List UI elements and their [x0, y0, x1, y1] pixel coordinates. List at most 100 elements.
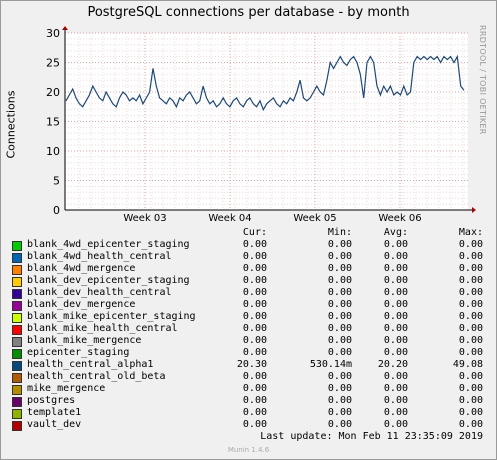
- legend-avg: 0.00: [383, 383, 408, 394]
- legend-max: 0.00: [458, 323, 483, 334]
- legend-max: 0.00: [458, 287, 483, 298]
- legend-max: 0.00: [458, 263, 483, 274]
- legend-swatch: [12, 301, 22, 311]
- legend-cur: 20.30: [236, 359, 267, 370]
- legend-min: 0.00: [327, 335, 352, 346]
- legend-name: blank_4wd_health_central: [27, 251, 172, 262]
- legend-name: blank_dev_mergence: [27, 299, 136, 310]
- legend-avg: 0.00: [383, 311, 408, 322]
- legend-row: blank_mike_health_central 0.00 0.00 0.00 0.0…: [12, 323, 492, 335]
- x-tick-label: Week 06: [378, 213, 421, 224]
- legend-max: 0.00: [458, 395, 483, 406]
- legend-swatch: [12, 325, 22, 335]
- legend-row: postgres 0.00 0.00 0.00 0.00: [12, 395, 492, 407]
- legend-avg: 0.00: [383, 263, 408, 274]
- y-axis-arrow: [62, 26, 68, 30]
- legend: Cur: Min: Avg: Max: blank_4wd_epicenter_…: [12, 227, 492, 431]
- legend-row: blank_4wd_epicenter_staging 0.00 0.00 0.00 0…: [12, 239, 492, 251]
- legend-name: blank_mike_health_central: [27, 323, 178, 334]
- legend-min: 0.00: [327, 395, 352, 406]
- legend-min: 0.00: [327, 311, 352, 322]
- last-update: Last update: Mon Feb 11 23:35:09 2019: [260, 431, 483, 442]
- legend-swatch: [12, 313, 22, 323]
- legend-avg: 0.00: [383, 275, 408, 286]
- legend-max: 0.00: [458, 251, 483, 262]
- legend-swatch: [12, 409, 22, 419]
- legend-name: blank_4wd_epicenter_staging: [27, 239, 190, 250]
- y-tick-label: 25: [46, 57, 60, 70]
- legend-avg: 0.00: [383, 299, 408, 310]
- legend-row: vault_dev 0.00 0.00 0.00 0.00: [12, 419, 492, 431]
- header-max: Max:: [458, 227, 483, 238]
- x-axis-arrow: [472, 207, 476, 213]
- legend-row: blank_dev_mergence 0.00 0.00 0.00 0.00: [12, 299, 492, 311]
- legend-cur: 0.00: [242, 275, 267, 286]
- y-tick-label: 15: [46, 116, 60, 129]
- legend-row: blank_dev_health_central 0.00 0.00 0.00 0.00: [12, 287, 492, 299]
- legend-avg: 0.00: [383, 287, 408, 298]
- legend-cur: 0.00: [242, 323, 267, 334]
- legend-row: health_central_old_beta 0.00 0.00 0.00 0.00: [12, 371, 492, 383]
- x-ticks: Week 03 Week 04 Week 05 Week 06: [123, 213, 421, 224]
- legend-name: blank_mike_epicenter_staging: [27, 311, 196, 322]
- x-tick-label: Week 04: [208, 213, 251, 224]
- legend-row: epicenter_staging 0.00 0.00 0.00 0.00: [12, 347, 492, 359]
- legend-row: blank_dev_epicenter_staging 0.00 0.00 0.00 0…: [12, 275, 492, 287]
- legend-cur: 0.00: [242, 395, 267, 406]
- legend-swatch: [12, 289, 22, 299]
- legend-max: 0.00: [458, 407, 483, 418]
- legend-min: 0.00: [327, 323, 352, 334]
- header-min: Min:: [327, 227, 352, 238]
- legend-min: 0.00: [327, 287, 352, 298]
- legend-min: 530.14m: [309, 359, 352, 370]
- legend-swatch: [12, 373, 22, 383]
- legend-swatch: [12, 253, 22, 263]
- legend-cur: 0.00: [242, 239, 267, 250]
- legend-avg: 0.00: [383, 323, 408, 334]
- legend-rows: blank_4wd_epicenter_staging 0.00 0.00 0.00 0…: [12, 239, 492, 431]
- legend-row: blank_mike_mergence 0.00 0.00 0.00 0.00: [12, 335, 492, 347]
- legend-min: 0.00: [327, 371, 352, 382]
- legend-row: blank_4wd_mergence 0.00 0.00 0.00 0.00: [12, 263, 492, 275]
- legend-min: 0.00: [327, 239, 352, 250]
- legend-avg: 0.00: [383, 335, 408, 346]
- legend-swatch: [12, 397, 22, 407]
- legend-swatch: [12, 385, 22, 395]
- legend-name: blank_4wd_mergence: [27, 263, 136, 274]
- legend-cur: 0.00: [242, 371, 267, 382]
- legend-name: postgres: [27, 395, 76, 406]
- legend-min: 0.00: [327, 263, 352, 274]
- legend-name: mike_mergence: [27, 383, 106, 394]
- legend-max: 49.08: [452, 359, 483, 370]
- x-tick-label: Week 05: [293, 213, 336, 224]
- y-tick-label: 0: [53, 204, 60, 217]
- legend-cur: 0.00: [242, 419, 267, 430]
- legend-cur: 0.00: [242, 407, 267, 418]
- y-ticks: 0 5 10 15 20 25 30: [46, 27, 60, 217]
- legend-max: 0.00: [458, 311, 483, 322]
- legend-max: 0.00: [458, 371, 483, 382]
- legend-min: 0.00: [327, 347, 352, 358]
- legend-name: blank_mike_mergence: [27, 335, 142, 346]
- legend-name: template1: [27, 407, 82, 418]
- legend-min: 0.00: [327, 299, 352, 310]
- legend-avg: 0.00: [383, 251, 408, 262]
- legend-cur: 0.00: [242, 347, 267, 358]
- legend-max: 0.00: [458, 239, 483, 250]
- header-cur: Cur:: [242, 227, 267, 238]
- y-tick-label: 5: [53, 175, 60, 188]
- legend-avg: 0.00: [383, 371, 408, 382]
- chart-svg: 051015202530 Week 03 Week 04 Week 05 Week 0…: [46, 26, 476, 224]
- legend-name: blank_dev_epicenter_staging: [27, 275, 190, 286]
- legend-min: 0.00: [327, 275, 352, 286]
- legend-cur: 0.00: [242, 299, 267, 310]
- legend-name: vault_dev: [27, 419, 82, 430]
- legend-name: health_central_old_beta: [27, 371, 166, 382]
- legend-cur: 0.00: [242, 383, 267, 394]
- legend-swatch: [12, 361, 22, 371]
- legend-max: 0.00: [458, 275, 483, 286]
- legend-cur: 0.00: [242, 263, 267, 274]
- legend-row: health_central_alpha1 20.30 530.14m 20.20 49…: [12, 359, 492, 371]
- legend-max: 0.00: [458, 419, 483, 430]
- legend-swatch: [12, 421, 22, 431]
